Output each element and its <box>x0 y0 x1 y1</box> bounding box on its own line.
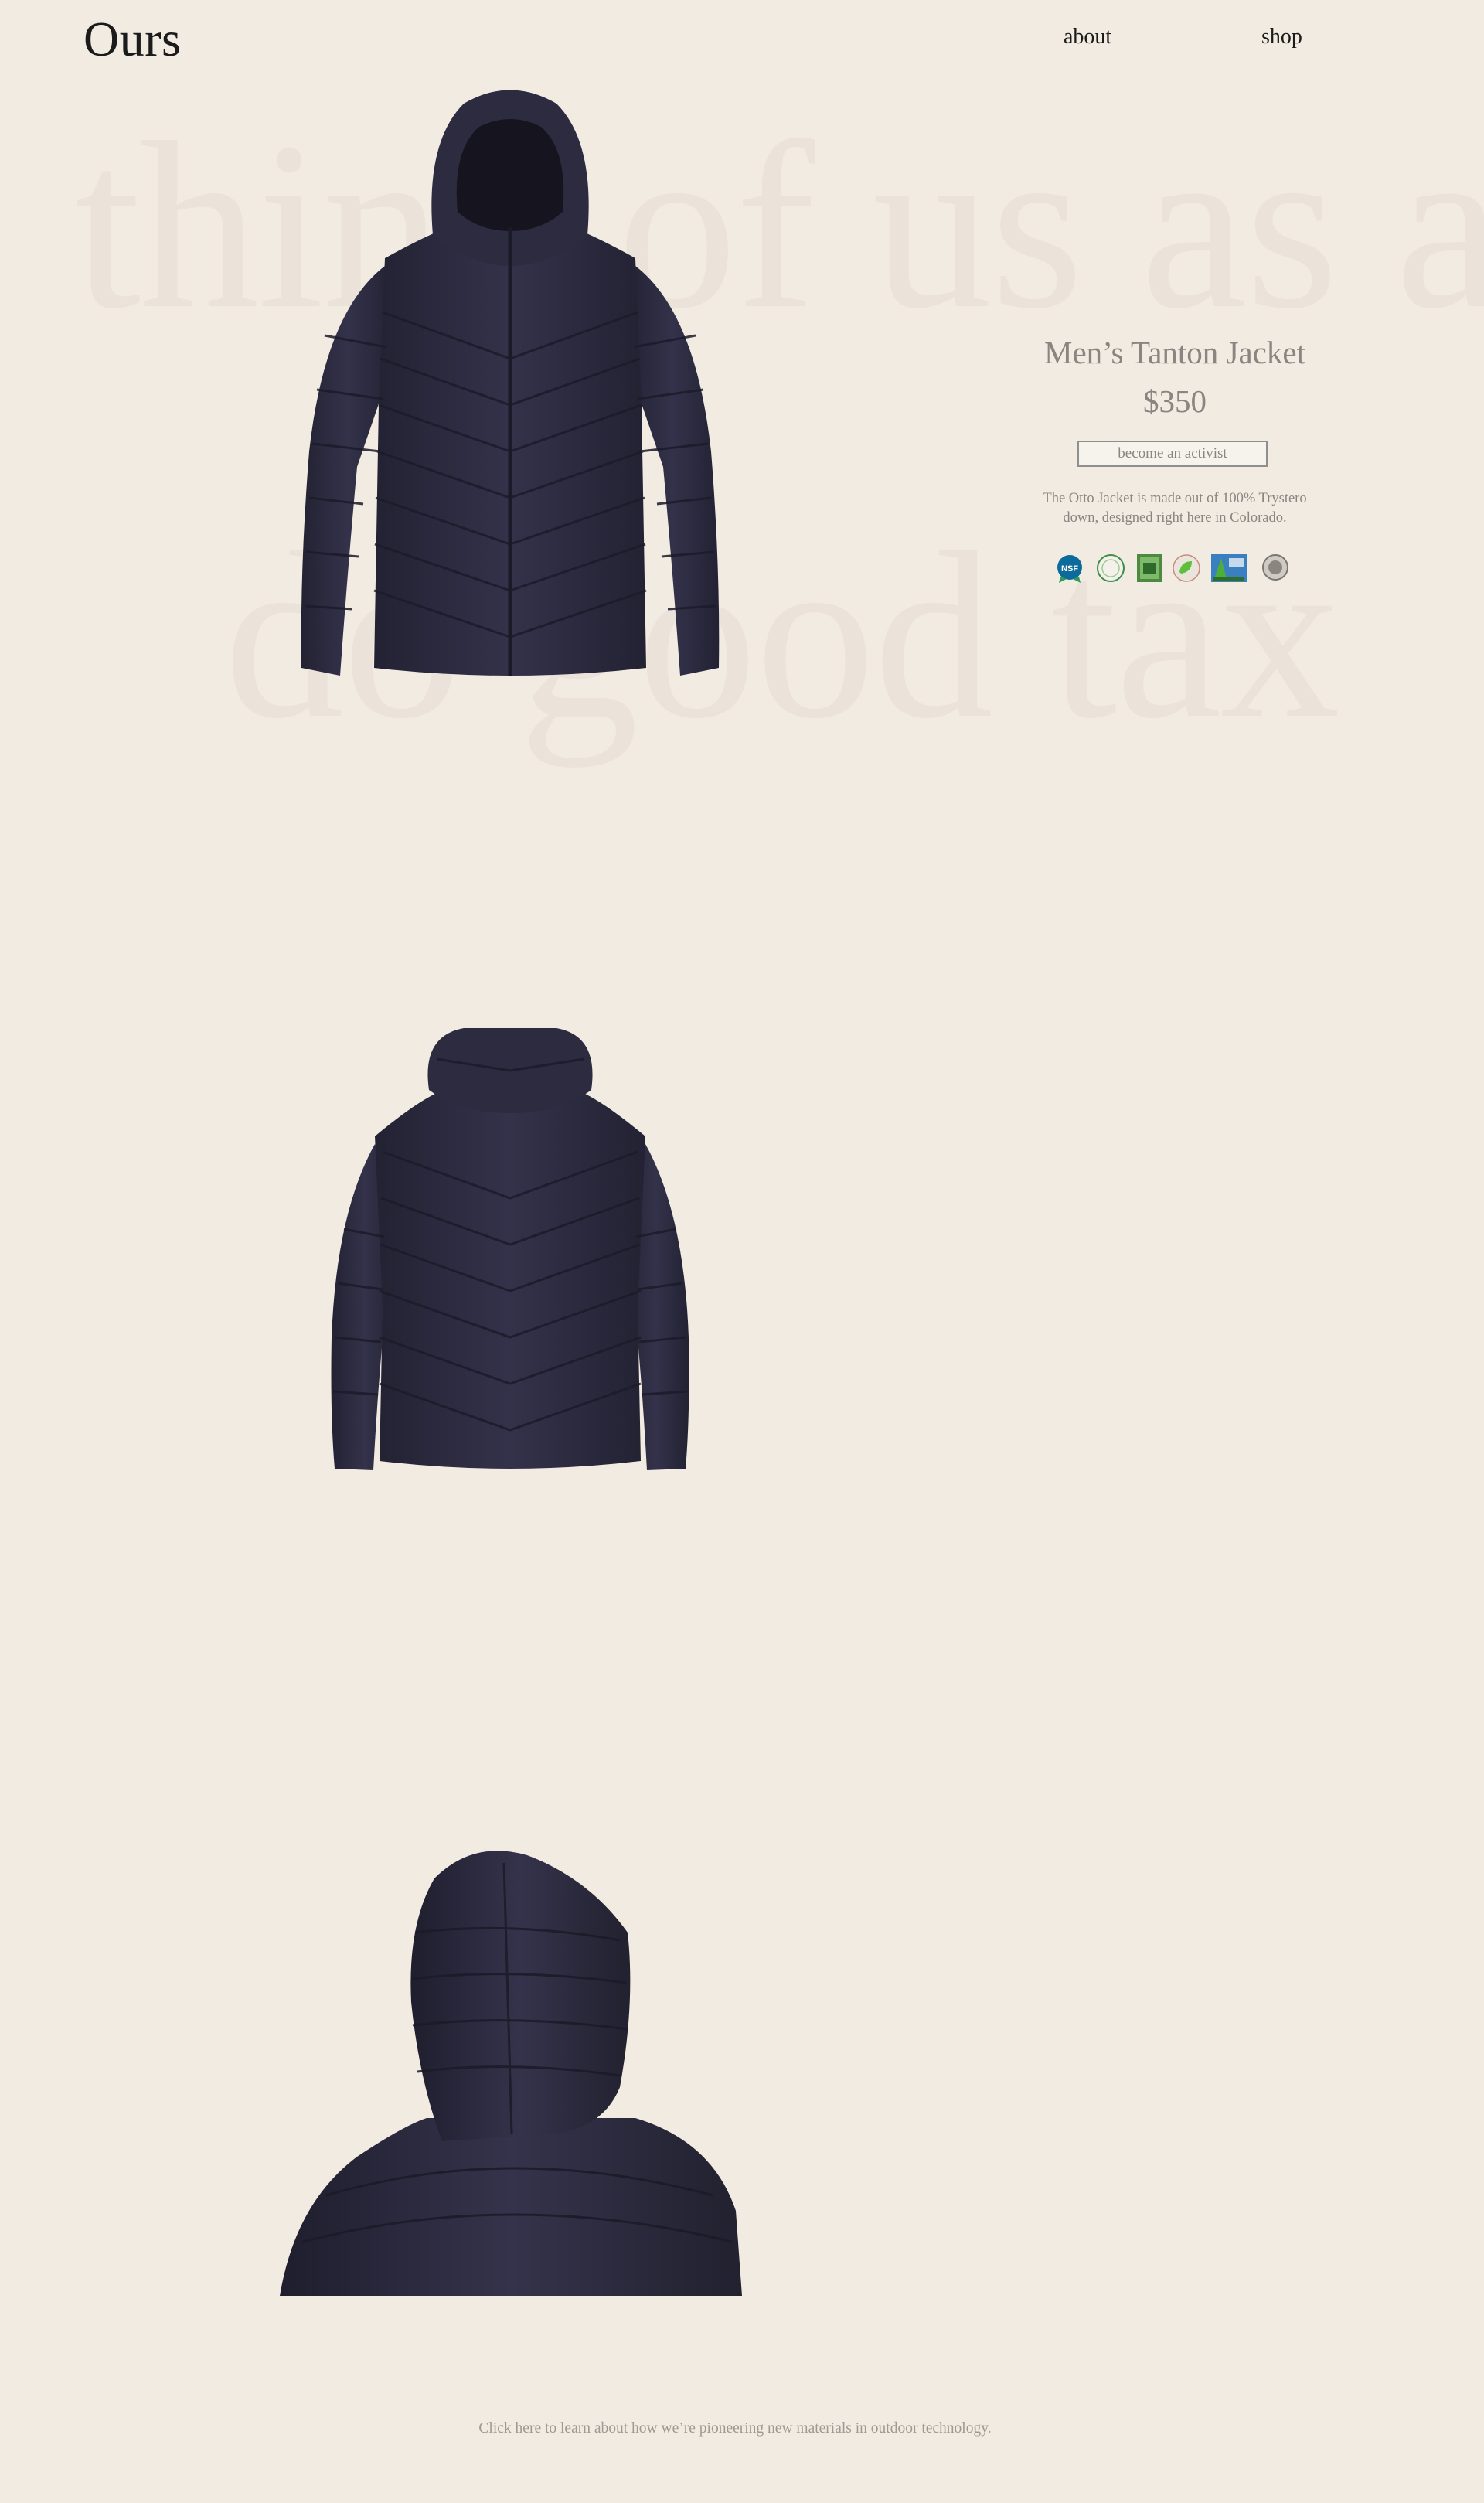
product-price: $350 <box>1143 383 1207 419</box>
background-tagline-line1: think of us as a <box>74 94 1484 359</box>
green-seal-badge-icon <box>1097 554 1125 582</box>
leaf-cert-badge-icon <box>1173 554 1200 582</box>
product-description: The Otto Jacket is made out of 100% Trys… <box>1013 489 1337 528</box>
certification-badges: NSF <box>1056 553 1292 587</box>
nav-about-link[interactable]: about <box>1064 25 1111 49</box>
product-title: Men’s Tanton Jacket <box>1044 335 1305 370</box>
nsf-badge-icon: NSF <box>1057 555 1082 583</box>
become-activist-button[interactable]: become an activist <box>1077 441 1268 467</box>
gray-seal-badge-icon <box>1262 554 1288 581</box>
nsf-badge-text: NSF <box>1061 564 1078 574</box>
jacket-front-image <box>301 90 720 676</box>
non-gmo-badge-icon <box>1211 554 1247 582</box>
jacket-back-image <box>331 1028 689 1470</box>
jacket-hood-image <box>280 1851 742 2296</box>
description-line-2: down, designed right here in Colorado. <box>1063 510 1287 526</box>
learn-materials-link[interactable]: Click here to learn about how we’re pion… <box>0 2420 1470 2437</box>
description-line-1: The Otto Jacket is made out of 100% Trys… <box>1043 491 1307 506</box>
recycled-badge-icon <box>1137 554 1162 582</box>
logo[interactable]: Ours <box>83 11 181 68</box>
nav-shop-link[interactable]: shop <box>1261 25 1302 49</box>
